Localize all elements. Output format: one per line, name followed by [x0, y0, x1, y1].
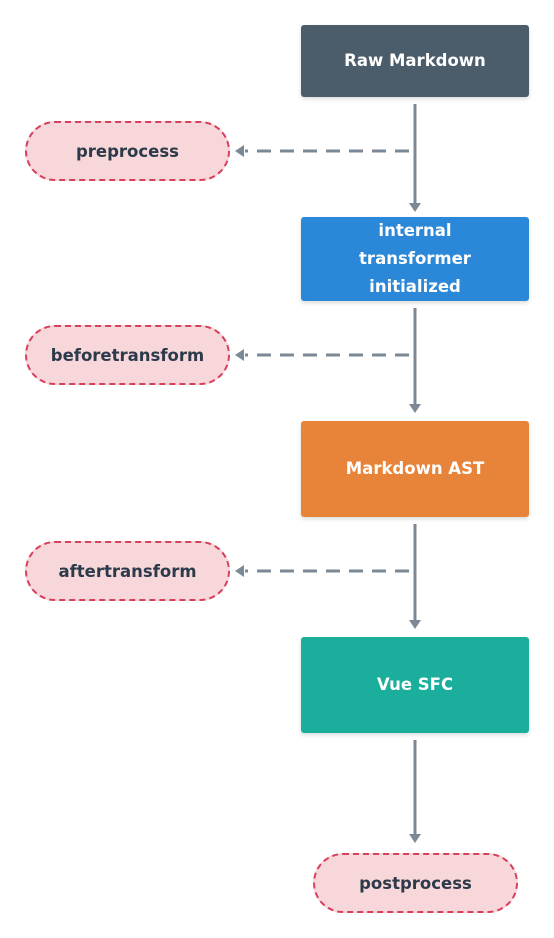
node-internal-transformer: internal transformer initialized: [301, 217, 529, 301]
arrow-down-icon: [409, 203, 421, 212]
arrow-down-icon: [409, 620, 421, 629]
edge-ast-to-vue: [409, 524, 421, 629]
edge-raw-to-internal: [409, 104, 421, 212]
arrow-down-icon: [409, 404, 421, 413]
edge-internal-to-ast: [409, 308, 421, 413]
node-label: Markdown AST: [345, 459, 485, 478]
node-raw-markdown: Raw Markdown: [301, 25, 529, 97]
hook-postprocess: postprocess: [313, 853, 518, 913]
edge-to-preprocess: [235, 145, 409, 157]
arrow-left-icon: [235, 349, 244, 361]
hook-label: aftertransform: [58, 561, 197, 581]
hook-label: postprocess: [359, 873, 472, 893]
arrow-down-icon: [409, 834, 421, 843]
edge-to-beforetransform: [235, 349, 409, 361]
hook-aftertransform: aftertransform: [25, 541, 230, 601]
hook-label: beforetransform: [50, 345, 205, 365]
arrow-left-icon: [235, 565, 244, 577]
node-label: Raw Markdown: [344, 51, 486, 70]
node-label: internal transformer initialized: [359, 221, 471, 296]
node-label: Vue SFC: [376, 675, 454, 694]
hook-label: preprocess: [75, 141, 180, 161]
edge-vue-to-postprocess: [409, 740, 421, 843]
node-markdown-ast: Markdown AST: [301, 421, 529, 517]
edge-to-aftertransform: [235, 565, 409, 577]
arrow-left-icon: [235, 145, 244, 157]
hook-beforetransform: beforetransform: [25, 325, 230, 385]
pipeline-diagram: Raw Markdown internal transformer initia…: [0, 0, 554, 938]
node-vue-sfc: Vue SFC: [301, 637, 529, 733]
hook-preprocess: preprocess: [25, 121, 230, 181]
